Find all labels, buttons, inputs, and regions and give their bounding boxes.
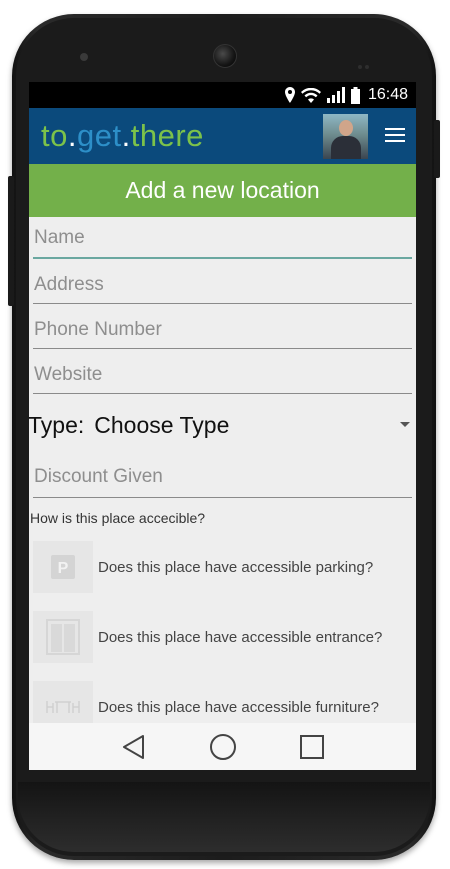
location-icon [284, 87, 295, 103]
name-input[interactable] [33, 217, 412, 257]
accessible-parking-option[interactable]: P Does this place have accessible parkin… [29, 532, 416, 602]
accessible-parking-label: Does this place have accessible parking? [98, 558, 374, 576]
website-field [33, 349, 412, 394]
volume-button [8, 176, 14, 306]
phone-field [33, 304, 412, 349]
front-camera [213, 44, 237, 68]
discount-input[interactable] [33, 456, 412, 497]
phone-input[interactable] [33, 304, 412, 348]
earpiece-dot [80, 53, 88, 61]
logo-separator: . [121, 118, 131, 153]
logo-part-there: there [130, 118, 204, 153]
back-icon [122, 734, 144, 759]
accessible-entrance-option[interactable]: Does this place have accessible entrance… [29, 602, 416, 672]
status-time: 16:48 [367, 86, 408, 103]
logo-separator: . [67, 118, 77, 153]
battery-icon [350, 86, 360, 104]
dropdown-arrow-icon [400, 422, 410, 427]
screen: 16:48 to.get.there Add a new location Ty… [29, 82, 416, 770]
back-button[interactable] [120, 733, 148, 761]
menu-icon[interactable] [385, 124, 405, 148]
type-selected-value: Choose Type [94, 411, 230, 438]
parking-icon: P [33, 541, 93, 593]
proximity-sensors [358, 54, 374, 69]
app-bar: to.get.there [29, 108, 416, 164]
logo-part-to: to [41, 118, 68, 153]
system-nav-bar [29, 723, 416, 770]
app-logo: to.get.there [41, 118, 204, 154]
avatar-body [331, 136, 361, 159]
accessible-entrance-label: Does this place have accessible entrance… [98, 628, 383, 646]
avatar[interactable] [323, 114, 368, 159]
accessible-furniture-label: Does this place have accessible furnitur… [98, 698, 379, 716]
logo-part-get: get [76, 118, 122, 153]
website-input[interactable] [33, 349, 412, 393]
recents-icon [299, 734, 324, 759]
accessibility-section-title: How is this place accecible? [30, 510, 206, 526]
svg-text:P: P [58, 560, 69, 577]
home-button[interactable] [209, 733, 237, 761]
name-field [33, 217, 412, 259]
power-button [434, 120, 440, 178]
signal-icon [326, 87, 345, 103]
home-icon [209, 733, 236, 760]
type-dropdown[interactable]: Type: Choose Type [29, 394, 416, 456]
entrance-icon [33, 611, 93, 663]
recents-button[interactable] [298, 733, 326, 761]
wifi-icon [300, 87, 321, 103]
address-input[interactable] [33, 259, 412, 303]
status-bar: 16:48 [29, 82, 416, 108]
address-field [33, 259, 412, 304]
avatar-head [339, 120, 353, 136]
type-label: Type: [29, 411, 85, 438]
discount-field [33, 456, 412, 498]
page-title: Add a new location [29, 164, 416, 217]
phone-chin [18, 782, 430, 852]
